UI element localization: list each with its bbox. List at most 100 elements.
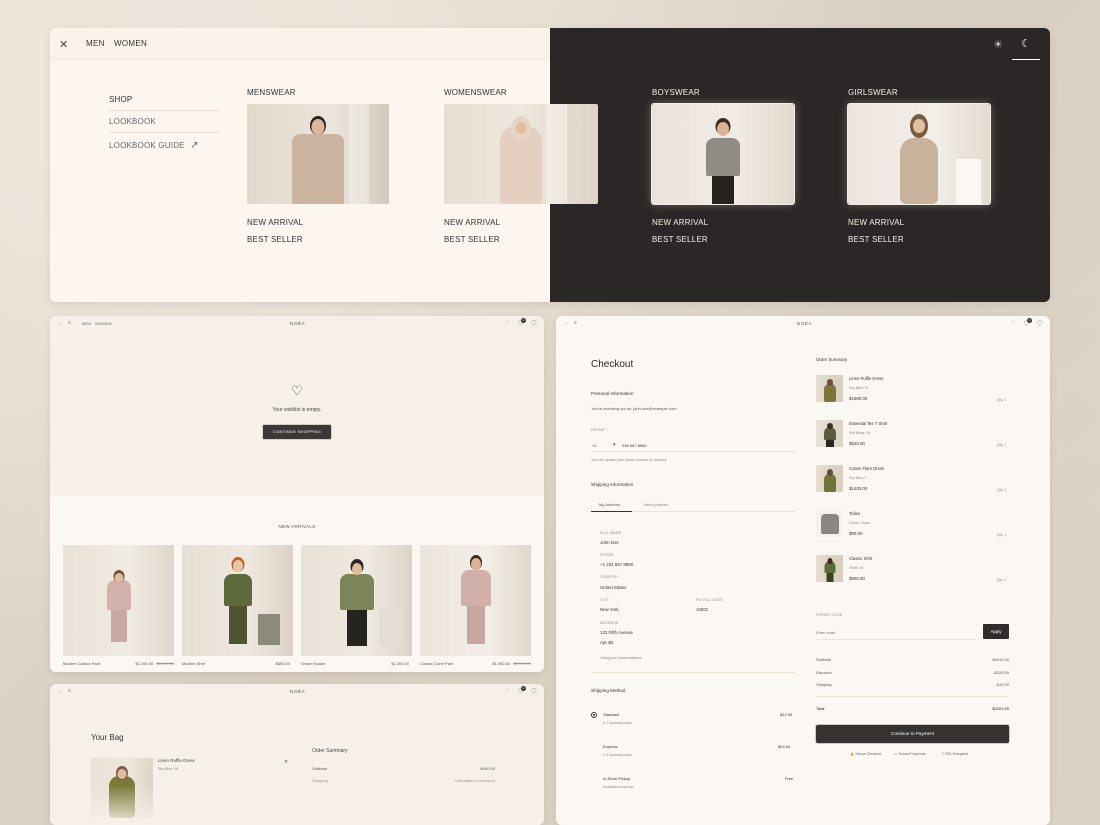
totals-value: -$220.50 <box>993 670 1009 675</box>
promo-code-label: PROMO CODE <box>816 613 843 617</box>
brand-logo[interactable]: NOÉA <box>290 689 305 694</box>
sun-icon[interactable]: ☀ <box>992 39 1004 51</box>
lock-icon: 🔒 <box>850 752 855 756</box>
product-image[interactable] <box>182 545 293 656</box>
totals-value: $4410.00 <box>992 657 1009 662</box>
divider <box>591 451 796 452</box>
user-icon[interactable]: ◯ <box>1037 320 1043 326</box>
shipping-name[interactable]: Express <box>603 744 617 749</box>
menu-icon[interactable]: ≡ <box>68 688 71 694</box>
nav-men[interactable]: MEN <box>86 39 105 48</box>
summary-item-qty: Qty: 1 <box>997 578 1007 582</box>
user-icon[interactable]: ◯ <box>531 688 537 694</box>
summary-item-image[interactable] <box>816 375 843 402</box>
trust-label: Trusted Payments <box>898 752 926 756</box>
girlswear-image[interactable] <box>848 104 990 204</box>
product-price: $1,550.00 $1,750.00 <box>492 661 531 666</box>
girlswear-best-seller-link[interactable]: BEST SELLER <box>848 235 904 244</box>
summary-item-image[interactable] <box>816 555 843 582</box>
product-card[interactable]: Modern Shirt $650.00 <box>182 545 293 666</box>
address-label: ADDRESS <box>600 621 619 625</box>
summary-item-variant: White / M <box>849 566 864 570</box>
price-current: $1,250.00 <box>135 661 154 666</box>
back-icon[interactable]: ← <box>58 688 63 694</box>
womenswear-new-arrival-link[interactable]: NEW ARRIVAL <box>444 218 500 227</box>
summary-item-price: $520.00 <box>849 441 865 446</box>
menu-icon[interactable]: ≡ <box>574 320 577 326</box>
shipping-info-title: Shipping Information <box>591 482 634 487</box>
nav-men[interactable]: MEN <box>82 321 92 326</box>
tab-new-address[interactable]: New Address <box>644 502 668 507</box>
shipping-radio-standard[interactable] <box>591 712 597 718</box>
remove-item-icon[interactable]: ✕ <box>284 759 288 765</box>
side-link-lookbook-guide[interactable]: LOOKBOOK GUIDE ↗ <box>109 140 199 151</box>
summary-item-variant: Sky Blue / M <box>849 386 869 390</box>
brand-logo[interactable]: NOÉA <box>797 321 812 326</box>
order-summary-title: Order Summary <box>816 357 848 362</box>
bag-item-name: Linen Ruffle Dress <box>158 758 195 763</box>
shipping-price: $12.00 <box>780 712 793 717</box>
side-link-shop[interactable]: SHOP <box>109 95 132 104</box>
saved-address-hint: Using your saved address <box>600 656 642 660</box>
phone-input[interactable]: 234 567 8900 <box>622 443 646 448</box>
chevron-down-icon[interactable]: ▾ <box>613 442 616 448</box>
heart-icon[interactable]: ♡ <box>1011 320 1015 326</box>
boyswear-new-arrival-link[interactable]: NEW ARRIVAL <box>652 218 708 227</box>
summary-item-image[interactable] <box>816 510 843 537</box>
summary-item-name: Classic Shirt <box>849 556 873 561</box>
heart-icon[interactable]: ♡ <box>505 320 509 326</box>
menswear-new-arrival-link[interactable]: NEW ARRIVAL <box>247 218 303 227</box>
menswear-best-seller-link[interactable]: BEST SELLER <box>247 235 303 244</box>
moon-icon[interactable]: ☾ <box>1020 38 1032 50</box>
shipping-name[interactable]: In-Store Pickup <box>603 776 630 781</box>
nav-women[interactable]: WOMEN <box>114 39 147 48</box>
continue-to-payment-button[interactable]: Continue to Payment <box>816 725 1009 743</box>
close-icon[interactable]: ✕ <box>59 38 68 51</box>
total-row: Total $4201.50 <box>816 706 1009 711</box>
trust-badge: ⛉ SSL Encrypted <box>942 752 968 756</box>
product-card[interactable]: Modern Classic Pant $1,250.00 $1,550.00 <box>63 545 174 666</box>
city-value: New York <box>600 607 619 612</box>
price-current: $1,550.00 <box>492 661 511 666</box>
menswear-image[interactable] <box>247 104 389 204</box>
menu-icon[interactable]: ≡ <box>68 320 71 326</box>
user-icon[interactable]: ◯ <box>531 320 537 326</box>
product-card[interactable]: Smart Hoodie $1,500.00 <box>301 545 412 666</box>
promo-code-input[interactable] <box>816 627 976 637</box>
continue-shopping-button[interactable]: CONTINUE SHOPPING <box>263 425 331 439</box>
shipping-price: $24.00 <box>778 744 791 749</box>
product-price: $1,250.00 $1,550.00 <box>135 661 174 666</box>
phone-label: PHONE <box>600 553 614 557</box>
girlswear-new-arrival-link[interactable]: NEW ARRIVAL <box>848 218 904 227</box>
product-card[interactable]: Classic Carre Pant $1,550.00 $1,750.00 <box>420 545 531 666</box>
womenswear-best-seller-link[interactable]: BEST SELLER <box>444 235 500 244</box>
summary-item-image[interactable] <box>816 420 843 447</box>
fade-overlay <box>556 785 1050 825</box>
side-link-lookbook[interactable]: LOOKBOOK <box>109 117 156 126</box>
arrow-up-right-icon: ↗ <box>190 140 199 151</box>
fade-overlay <box>50 785 544 825</box>
product-image[interactable] <box>63 545 174 656</box>
apply-promo-button[interactable]: Apply <box>983 624 1009 639</box>
back-icon[interactable]: ← <box>58 320 63 326</box>
theme-active-indicator <box>1012 59 1040 60</box>
womenswear-image[interactable] <box>444 104 598 204</box>
summary-item-image[interactable] <box>816 465 843 492</box>
nav-women[interactable]: WOMEN <box>95 321 112 326</box>
summary-label: Subtotal <box>312 766 327 771</box>
tab-my-address[interactable]: My Address <box>599 502 620 507</box>
heart-icon[interactable]: ♡ <box>505 688 509 694</box>
side-link-label: LOOKBOOK GUIDE <box>109 141 185 150</box>
divider <box>591 672 796 673</box>
boyswear-image[interactable] <box>652 104 794 204</box>
brand-logo[interactable]: NOÉA <box>290 321 305 326</box>
phone-country-code[interactable]: +1 <box>592 443 597 448</box>
summary-label: Shipping <box>312 778 328 783</box>
product-name: Modern Classic Pant <box>63 661 100 666</box>
boyswear-best-seller-link[interactable]: BEST SELLER <box>652 235 708 244</box>
product-image[interactable] <box>420 545 531 656</box>
product-image[interactable] <box>301 545 412 656</box>
phone-hint: You can update your phone number for del… <box>591 458 667 462</box>
back-icon[interactable]: ← <box>564 320 569 326</box>
summary-row: Shipping Calculated at checkout <box>312 778 495 783</box>
